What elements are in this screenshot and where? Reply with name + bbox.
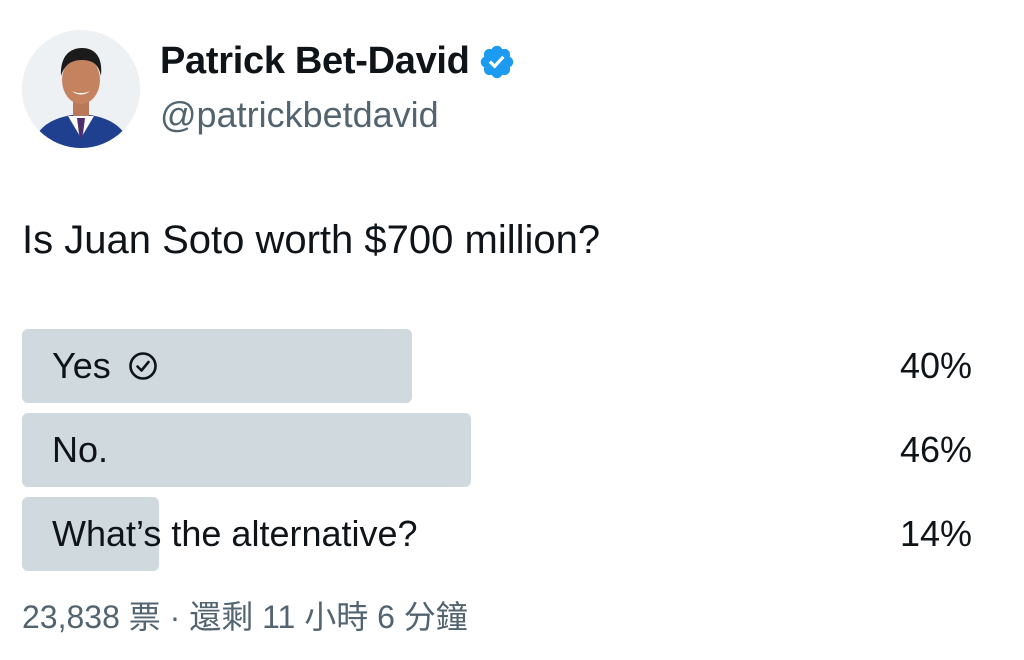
person-photo-icon <box>22 30 140 148</box>
poll-option-alternative: What’s the alternative? 14% <box>22 497 972 571</box>
author-handle[interactable]: @patrickbetdavid <box>160 94 439 136</box>
poll-option-label: Yes <box>52 329 159 403</box>
poll-option-percent: 14% <box>899 513 972 554</box>
tweet-text: Is Juan Soto worth $700 million? <box>22 218 601 262</box>
poll-option-yes: Yes 40% <box>22 329 972 403</box>
poll-option-label: No. <box>52 413 108 487</box>
poll-option-percent: 46% <box>899 429 972 470</box>
poll-option-text: What’s the alternative? <box>52 513 418 554</box>
poll-option-no: No. 46% <box>22 413 972 487</box>
check-circle-icon <box>127 350 159 382</box>
author-name[interactable]: Patrick Bet-David <box>160 40 516 83</box>
poll-option-label: What’s the alternative? <box>52 497 418 571</box>
poll-meta: 23,838 票 · 還剩 11 小時 6 分鐘 <box>22 599 468 635</box>
tweet-card: Patrick Bet-David @patrickbetdavid Is Ju… <box>0 0 1024 660</box>
author-avatar[interactable] <box>22 30 140 148</box>
poll: Yes 40% No. 46% What’s the alternative? <box>22 329 972 581</box>
author-name-text[interactable]: Patrick Bet-David <box>160 40 470 83</box>
verified-badge-icon[interactable] <box>478 43 516 81</box>
poll-option-text: Yes <box>52 345 111 386</box>
poll-option-text: No. <box>52 429 109 470</box>
poll-option-percent: 40% <box>899 345 972 386</box>
